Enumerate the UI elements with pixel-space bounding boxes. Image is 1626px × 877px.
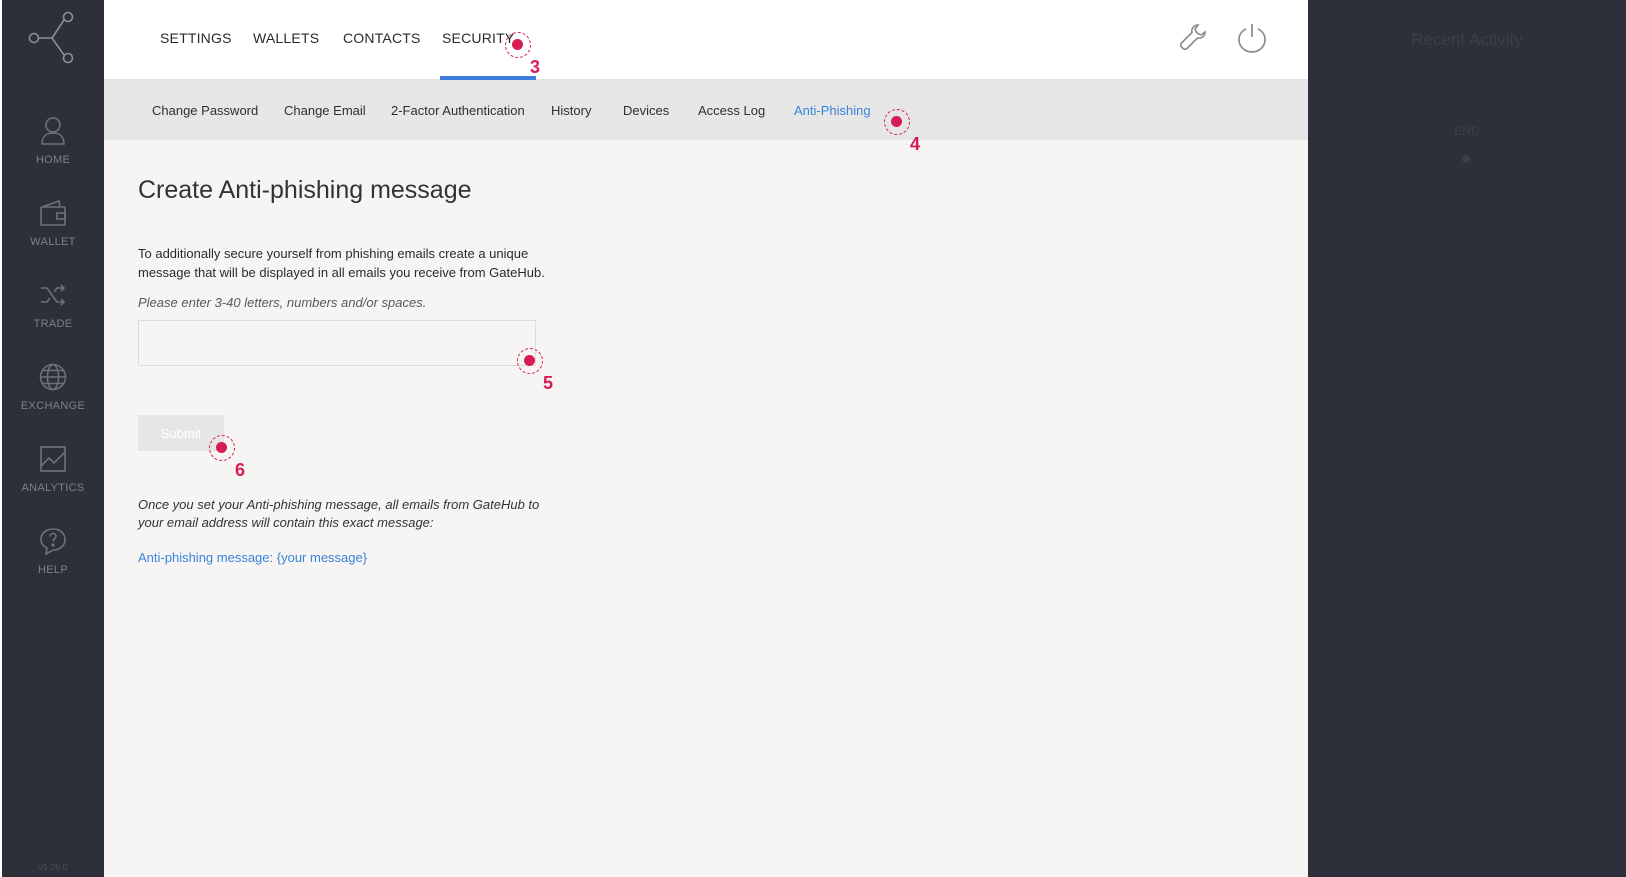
recent-activity-end-label: END [1454, 124, 1480, 138]
app-version: v1.26.0 [38, 862, 68, 872]
step-marker-number: 4 [910, 134, 921, 154]
subtab-access-log[interactable]: Access Log [698, 103, 765, 118]
sidebar-item-label: EXCHANGE [20, 400, 86, 412]
subtab-change-email[interactable]: Change Email [284, 103, 366, 118]
user-icon [41, 117, 65, 145]
tab-security[interactable]: SECURITY [442, 30, 514, 46]
step-marker-dot [209, 435, 235, 461]
subtab-devices[interactable]: Devices [623, 103, 669, 118]
sidebar-item-exchange[interactable]: EXCHANGE [2, 362, 104, 432]
globe-icon [39, 363, 67, 391]
subtab-change-password[interactable]: Change Password [152, 103, 258, 118]
help-icon [40, 528, 66, 556]
sidebar: HOME WALLET TRADE EXCHANGE ANALYTICS HEL… [2, 0, 104, 877]
sidebar-item-analytics[interactable]: ANALYTICS [2, 444, 104, 514]
recent-activity-title: Recent Activity [1411, 30, 1523, 49]
tab-wallets[interactable]: WALLETS [253, 30, 319, 46]
power-icon[interactable] [1236, 22, 1268, 54]
sidebar-item-label: HELP [38, 564, 68, 576]
sidebar-item-label: HOME [35, 154, 71, 166]
security-subnav: Change Password Change Email 2-Factor Au… [104, 80, 1308, 140]
recent-activity-panel: Recent Activity END [1308, 0, 1626, 877]
shuffle-icon [41, 284, 66, 306]
timeline-dot [1462, 155, 1470, 163]
step-marker-dot [505, 32, 531, 58]
chart-icon [40, 446, 66, 472]
sidebar-item-help[interactable]: HELP [2, 526, 104, 596]
input-hint: Please enter 3-40 letters, numbers and/o… [138, 295, 427, 310]
anti-phishing-message-example[interactable]: Anti-phishing message: {your message} [138, 550, 367, 565]
sidebar-item-home[interactable]: HOME [2, 116, 104, 186]
step-marker-dot [884, 109, 910, 135]
subtab-history[interactable]: History [551, 103, 591, 118]
step-marker-number: 5 [543, 373, 554, 393]
anti-phishing-message-input[interactable] [138, 320, 536, 366]
step-marker-number: 6 [235, 460, 246, 480]
page-title: Create Anti-phishing message [138, 176, 472, 204]
anti-phishing-note: Once you set your Anti-phishing message,… [138, 497, 540, 530]
sidebar-item-label: WALLET [30, 236, 76, 248]
page-description: To additionally secure yourself from phi… [138, 246, 545, 280]
app-window: HOME WALLET TRADE EXCHANGE ANALYTICS HEL… [2, 0, 1626, 877]
sidebar-item-label: ANALYTICS [21, 482, 85, 494]
gatehub-logo-icon[interactable] [26, 10, 80, 66]
top-nav: SETTINGS WALLETS CONTACTS SECURITY [104, 0, 1308, 80]
wallet-icon [40, 199, 66, 226]
step-marker-number: 3 [530, 57, 541, 77]
wrench-icon[interactable] [1178, 22, 1208, 52]
sidebar-item-trade[interactable]: TRADE [2, 280, 104, 350]
main-panel: SETTINGS WALLETS CONTACTS SECURITY Chang… [104, 0, 1308, 877]
step-marker-dot [517, 348, 543, 374]
subtab-2fa[interactable]: 2-Factor Authentication [391, 103, 525, 118]
subtab-anti-phishing[interactable]: Anti-Phishing [794, 103, 871, 118]
tab-contacts[interactable]: CONTACTS [343, 30, 421, 46]
tab-settings[interactable]: SETTINGS [160, 30, 232, 46]
sidebar-item-wallet[interactable]: WALLET [2, 198, 104, 268]
sidebar-item-label: TRADE [33, 318, 73, 330]
